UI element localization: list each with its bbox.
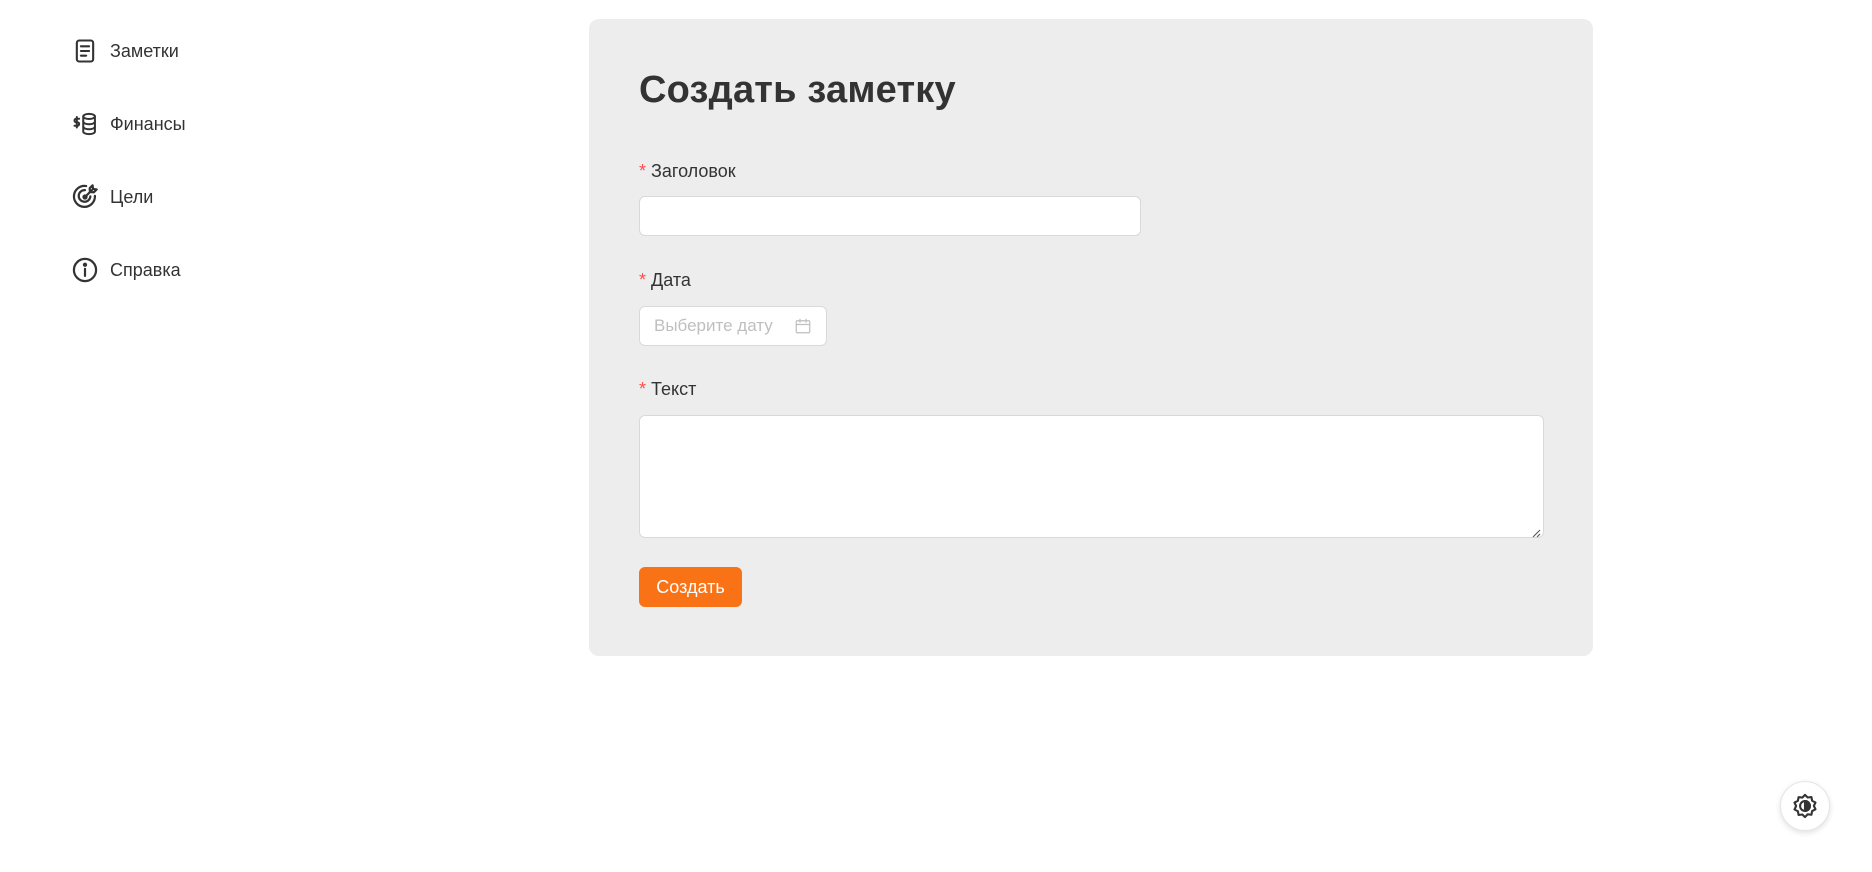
date-placeholder: Выберите дату [654, 316, 773, 335]
sidebar-item-label: Цели [110, 186, 154, 207]
required-mark: * [639, 379, 647, 399]
required-mark: * [639, 161, 647, 181]
resize-handle-icon[interactable] [1531, 525, 1541, 538]
sidebar-item-goals[interactable]: Цели [70, 179, 153, 215]
sidebar-item-label: Заметки [110, 40, 179, 61]
theme-toggle-button[interactable] [1780, 781, 1830, 831]
create-button[interactable]: Создать [639, 567, 742, 607]
sidebar-item-label: Финансы [110, 113, 186, 134]
page-title: Создать заметку [639, 69, 956, 111]
title-field-label: * Заголовок [639, 161, 736, 182]
target-icon [70, 182, 100, 212]
sidebar-item-finance[interactable]: Финансы [70, 106, 186, 142]
info-icon [70, 255, 100, 285]
title-label-text: Заголовок [651, 161, 736, 181]
theme-toggle-icon [1791, 792, 1819, 820]
title-input[interactable] [639, 196, 1141, 236]
calendar-icon [794, 317, 812, 335]
notes-icon [70, 36, 100, 66]
text-label-text: Текст [651, 379, 697, 399]
sidebar: Заметки Финансы Цели Справка [0, 0, 300, 872]
sidebar-item-label: Справка [110, 259, 181, 280]
sidebar-item-notes[interactable]: Заметки [70, 33, 179, 69]
text-field-label: * Текст [639, 379, 696, 400]
sidebar-item-help[interactable]: Справка [70, 252, 181, 288]
finance-icon [70, 109, 100, 139]
required-mark: * [639, 270, 647, 290]
create-note-card: Создать заметку * Заголовок * Дата Выбер… [589, 19, 1593, 656]
app-root: Заметки Финансы Цели Справка Создать зам… [0, 0, 1872, 872]
text-textarea[interactable] [639, 415, 1544, 538]
date-label-text: Дата [651, 270, 691, 290]
date-picker-input[interactable]: Выберите дату [639, 306, 827, 346]
date-field-label: * Дата [639, 270, 691, 291]
